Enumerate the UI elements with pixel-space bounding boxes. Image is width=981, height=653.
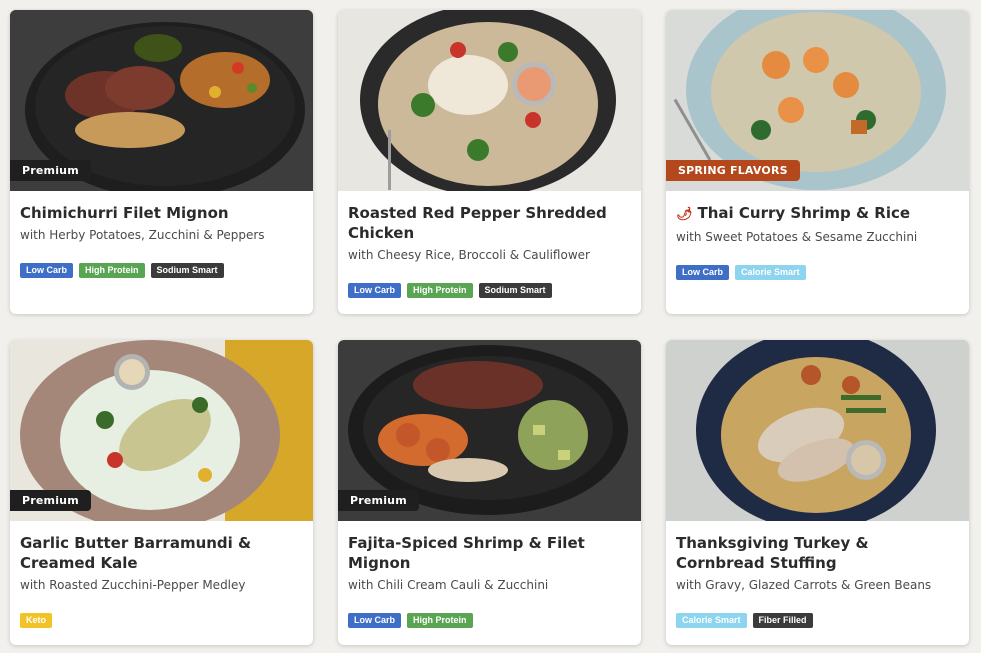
meal-card[interactable]: Premium Garlic Butter Barramundi & Cream… [10, 340, 313, 645]
tag-keto: Keto [20, 613, 52, 628]
meal-subtitle: with Gravy, Glazed Carrots & Green Beans [676, 578, 932, 592]
meal-card[interactable]: Roasted Red Pepper Shredded Chicken with… [338, 10, 641, 314]
meal-photo: SPRING FLAVORS [666, 10, 969, 191]
tag-calorie-smart: Calorie Smart [676, 613, 747, 628]
meal-subtitle: with Herby Potatoes, Zucchini & Peppers [20, 228, 265, 242]
meal-card[interactable]: SPRING FLAVORS 🌶 Thai Curry Shrimp & Rice… [666, 10, 969, 314]
meal-subtitle: with Roasted Zucchini-Pepper Medley [20, 578, 246, 592]
meal-subtitle: with Chili Cream Cauli & Zucchini [348, 578, 549, 592]
meal-card[interactable]: Thanksgiving Turkey & Cornbread Stuffing… [666, 340, 969, 645]
meal-image [338, 10, 641, 191]
tag-calorie-smart: Calorie Smart [735, 265, 806, 280]
meal-photo: Premium [10, 10, 313, 191]
tag-low-carb: Low Carb [348, 613, 402, 628]
meal-title[interactable]: Roasted Red Pepper Shredded Chicken [348, 203, 631, 243]
meal-card[interactable]: Premium Chimichurri Filet Mignon with He… [10, 10, 313, 314]
tag-low-carb: Low Carb [676, 265, 730, 280]
meal-title[interactable]: Garlic Butter Barramundi & Creamed Kale [20, 533, 303, 573]
tag-low-carb: Low Carb [348, 283, 402, 298]
meal-photo [338, 10, 641, 191]
tag-sodium-smart: Sodium Smart [478, 283, 552, 298]
tag-sodium-smart: Sodium Smart [150, 263, 224, 278]
meal-title[interactable]: Thanksgiving Turkey & Cornbread Stuffing [676, 533, 959, 573]
meal-image [666, 340, 969, 521]
tag-high-protein: High Protein [407, 613, 473, 628]
meal-photo: Premium [10, 340, 313, 521]
meal-card[interactable]: Premium Fajita-Spiced Shrimp & Filet Mig… [338, 340, 641, 645]
meal-title[interactable]: 🌶 Thai Curry Shrimp & Rice [676, 203, 959, 225]
meal-title-text: Thai Curry Shrimp & Rice [697, 204, 911, 222]
tag-fiber-filled: Fiber Filled [752, 613, 813, 628]
meal-title[interactable]: Chimichurri Filet Mignon [20, 203, 303, 223]
meal-photo [666, 340, 969, 521]
premium-badge: Premium [338, 490, 419, 511]
meal-title[interactable]: Fajita-Spiced Shrimp & Filet Mignon [348, 533, 631, 573]
meal-subtitle: with Sweet Potatoes & Sesame Zucchini [676, 230, 918, 244]
meal-photo: Premium [338, 340, 641, 521]
meal-subtitle: with Cheesy Rice, Broccoli & Cauliflower [348, 248, 590, 262]
tag-high-protein: High Protein [79, 263, 145, 278]
spring-flavors-badge: SPRING FLAVORS [666, 160, 800, 181]
premium-badge: Premium [10, 160, 91, 181]
tag-low-carb: Low Carb [20, 263, 74, 278]
premium-badge: Premium [10, 490, 91, 511]
tag-high-protein: High Protein [407, 283, 473, 298]
chili-pepper-icon: 🌶 [676, 207, 693, 222]
